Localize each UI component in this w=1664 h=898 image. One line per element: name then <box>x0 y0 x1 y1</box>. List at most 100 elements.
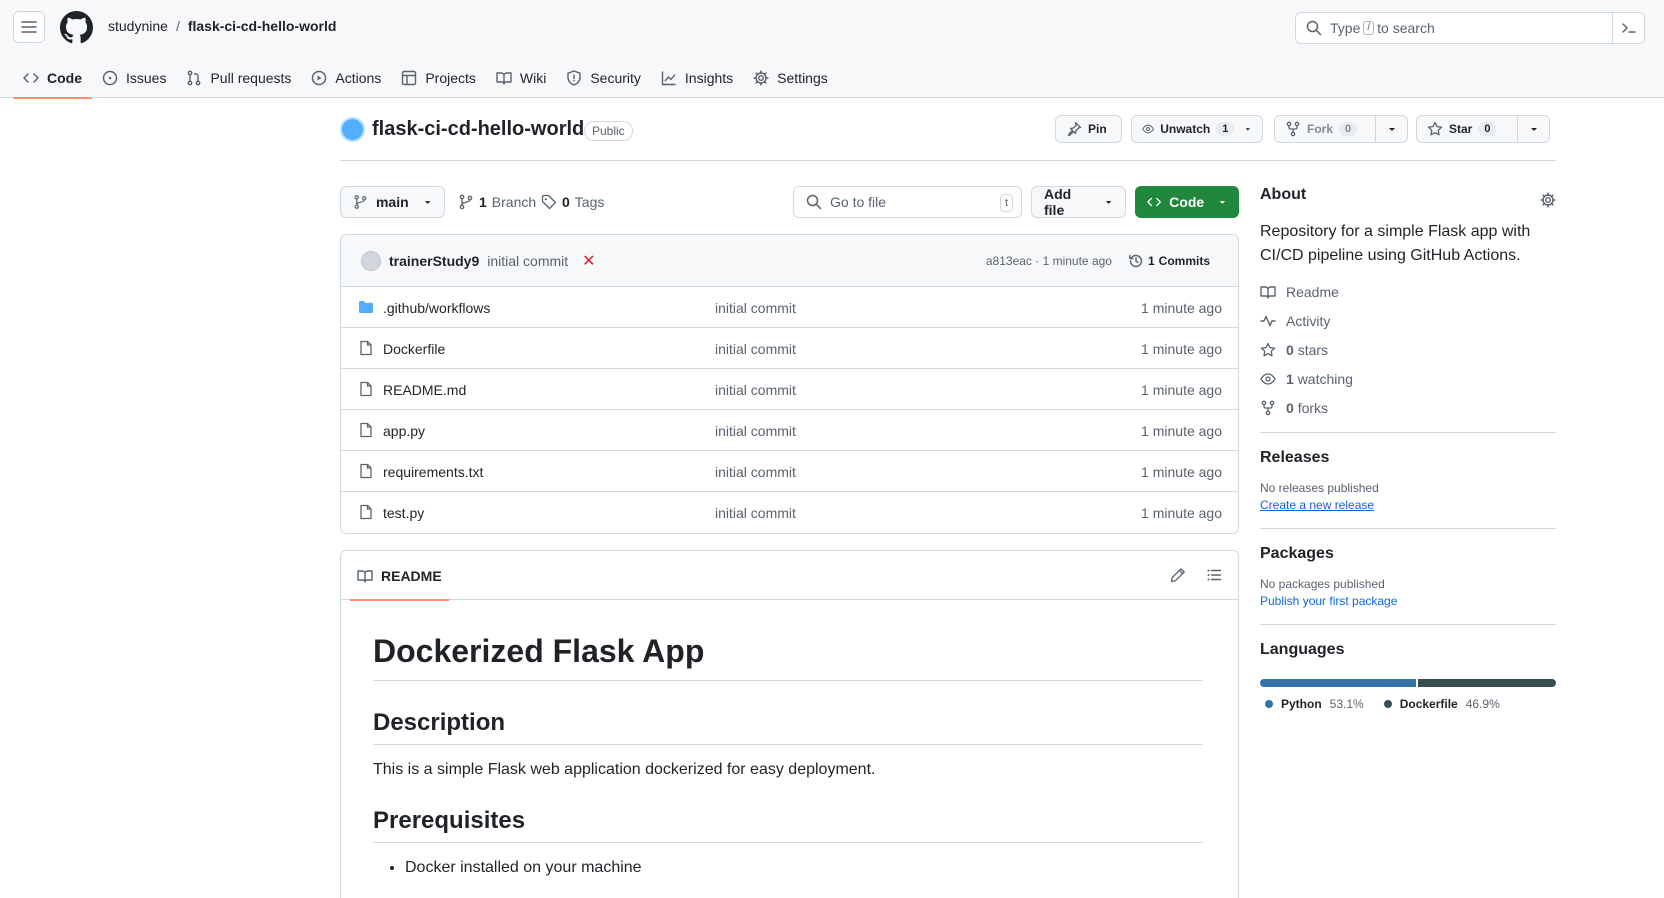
commit-message[interactable]: initial commit <box>487 253 568 269</box>
file-row[interactable]: requirements.txt initial commit 1 minute… <box>341 451 1238 492</box>
readme-h2-description: Description <box>373 709 1203 745</box>
languages-title: Languages <box>1260 641 1345 658</box>
readme-link[interactable]: Readme <box>1260 284 1556 300</box>
forks-link[interactable]: 0 forks <box>1260 400 1556 416</box>
code-button[interactable]: Code <box>1135 186 1239 218</box>
go-to-file-input[interactable]: Go to file t <box>793 186 1022 218</box>
tab-insights[interactable]: Insights <box>651 58 743 98</box>
create-release-link[interactable]: Create a new release <box>1260 498 1556 512</box>
forks-count: 0 <box>1286 400 1294 416</box>
tab-settings[interactable]: Settings <box>743 58 838 98</box>
repo-title[interactable]: flask-ci-cd-hello-world <box>372 118 584 141</box>
file-commit-message[interactable]: initial commit <box>715 505 796 521</box>
tab-code[interactable]: Code <box>13 58 92 99</box>
tab-label: Issues <box>126 70 167 86</box>
watching-link[interactable]: 1 watching <box>1260 371 1556 387</box>
file-icon <box>360 504 372 520</box>
git-branch-icon <box>354 195 367 209</box>
add-file-button[interactable]: Add file <box>1031 186 1126 218</box>
shield-icon <box>567 70 582 86</box>
pin-button[interactable]: Pin <box>1055 115 1122 143</box>
list-unordered-icon[interactable] <box>1206 567 1222 583</box>
file-row[interactable]: Dockerfile initial commit 1 minute ago <box>341 328 1238 369</box>
readme-tab[interactable]: README <box>350 551 449 601</box>
commit-history-link[interactable]: 1 Commits <box>1128 253 1210 269</box>
packages-title[interactable]: Packages <box>1260 545 1556 563</box>
tab-issues[interactable]: Issues <box>92 58 176 98</box>
file-name[interactable]: requirements.txt <box>383 464 483 480</box>
tags-label: Tags <box>574 194 605 210</box>
file-name[interactable]: app.py <box>383 423 425 439</box>
file-name[interactable]: .github/workflows <box>383 300 490 316</box>
file-commit-message[interactable]: initial commit <box>715 300 796 316</box>
file-commit-message[interactable]: initial commit <box>715 341 796 357</box>
activity-link[interactable]: Activity <box>1260 313 1556 329</box>
check-failed-icon[interactable]: ✕ <box>582 251 595 271</box>
tab-actions[interactable]: Actions <box>301 58 391 98</box>
repo-link[interactable]: flask-ci-cd-hello-world <box>188 18 337 34</box>
file-row[interactable]: app.py initial commit 1 minute ago <box>341 410 1238 451</box>
language-bar-segment-python <box>1260 679 1417 687</box>
commit-sha-time[interactable]: a813eac · 1 minute ago <box>986 254 1112 268</box>
file-commit-message[interactable]: initial commit <box>715 464 796 480</box>
fork-button[interactable]: Fork 0 <box>1274 115 1408 143</box>
tab-projects[interactable]: Projects <box>391 58 486 98</box>
global-header: studynine / flask-ci-cd-hello-world Type… <box>0 0 1664 99</box>
owner-link[interactable]: studynine <box>108 18 168 34</box>
search-input[interactable]: Type / to search <box>1295 12 1645 44</box>
packages-section: Packages No packages published Publish y… <box>1260 528 1556 608</box>
search-icon <box>1306 20 1322 36</box>
stars-link[interactable]: 0 stars <box>1260 342 1556 358</box>
gear-icon[interactable] <box>1540 192 1556 208</box>
commit-author[interactable]: trainerStudy9 <box>389 253 479 269</box>
branches-link[interactable]: 1 Branch <box>458 194 536 210</box>
repo-forked-icon <box>1261 400 1275 416</box>
file-name[interactable]: README.md <box>383 382 466 398</box>
tab-label: Code <box>47 70 82 86</box>
fork-menu-button[interactable] <box>1375 116 1407 142</box>
file-row[interactable]: README.md initial commit 1 minute ago <box>341 369 1238 410</box>
file-commit-time: 1 minute ago <box>1141 505 1222 521</box>
stars-count: 0 <box>1286 342 1294 358</box>
star-button[interactable]: Star 0 <box>1416 115 1550 143</box>
language-python[interactable]: Python 53.1% <box>1265 697 1364 711</box>
unwatch-label: Unwatch <box>1160 122 1211 136</box>
file-commit-message[interactable]: initial commit <box>715 382 796 398</box>
file-row[interactable]: test.py initial commit 1 minute ago <box>341 492 1238 533</box>
language-dockerfile[interactable]: Dockerfile 46.9% <box>1383 697 1500 711</box>
publish-package-link[interactable]: Publish your first package <box>1260 594 1556 608</box>
releases-title[interactable]: Releases <box>1260 449 1556 467</box>
unwatch-button[interactable]: Unwatch 1 <box>1131 115 1263 143</box>
star-label: Star <box>1449 122 1473 136</box>
caret-down-icon <box>1219 201 1226 204</box>
visibility-badge: Public <box>584 121 633 141</box>
tab-wiki[interactable]: Wiki <box>486 58 556 98</box>
star-list-button[interactable] <box>1517 116 1549 142</box>
command-palette-button[interactable] <box>1612 12 1644 44</box>
file-row[interactable]: .github/workflows initial commit 1 minut… <box>341 287 1238 328</box>
caret-down-icon <box>1388 128 1395 131</box>
tags-link[interactable]: 0 Tags <box>541 194 604 210</box>
fork-count: 0 <box>1339 122 1358 136</box>
pin-icon <box>1067 121 1082 137</box>
menu-button[interactable] <box>13 11 45 43</box>
readme-h2-prerequisites: Prerequisites <box>373 807 1203 843</box>
tab-label: Pull requests <box>210 70 292 86</box>
tab-security[interactable]: Security <box>556 58 651 98</box>
folder-icon <box>359 301 373 313</box>
file-commit-message[interactable]: initial commit <box>715 423 796 439</box>
tab-pull-requests[interactable]: Pull requests <box>176 58 301 98</box>
activity-link-label: Activity <box>1286 313 1331 329</box>
file-table: trainerStudy9 initial commit ✕ a813eac ·… <box>340 234 1239 534</box>
gear-icon <box>753 70 769 86</box>
pencil-icon[interactable] <box>1170 567 1186 583</box>
eye-icon <box>1260 373 1276 385</box>
github-logo-icon[interactable] <box>60 11 93 44</box>
releases-empty-text: No releases published <box>1260 481 1379 495</box>
repo-owner-avatar[interactable] <box>340 117 365 142</box>
file-name[interactable]: Dockerfile <box>383 341 445 357</box>
commits-label: Commits <box>1158 254 1210 268</box>
author-avatar[interactable] <box>361 250 381 271</box>
branch-selector[interactable]: main <box>340 186 445 218</box>
file-name[interactable]: test.py <box>383 505 424 521</box>
